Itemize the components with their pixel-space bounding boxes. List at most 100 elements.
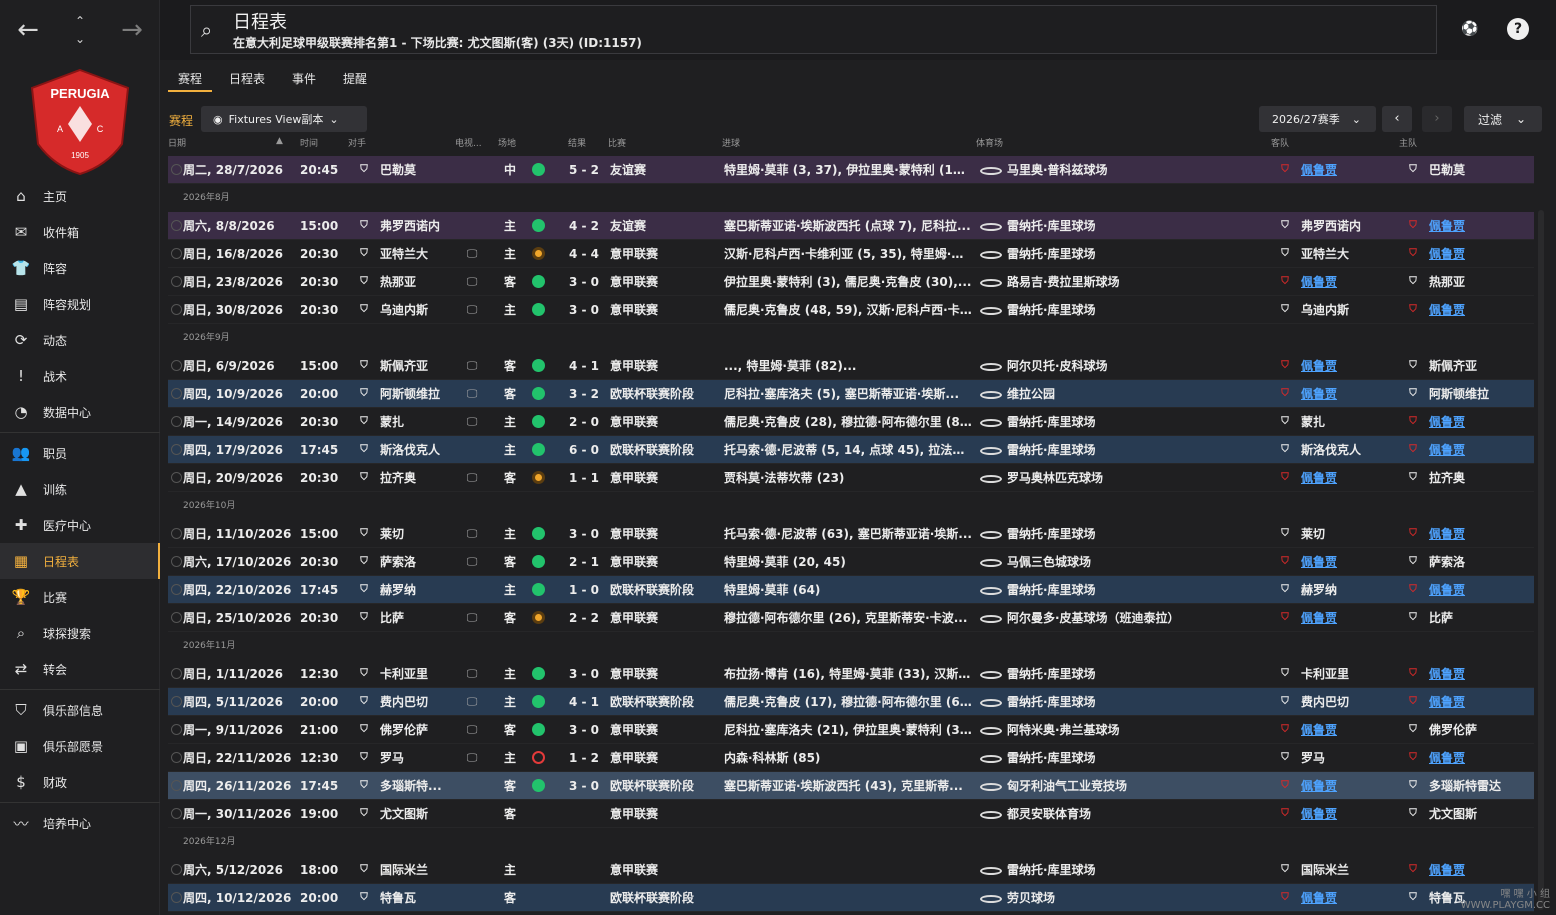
row-checkbox[interactable]: [171, 772, 182, 801]
tab-calendar[interactable]: 日程表: [219, 68, 275, 92]
fixture-result[interactable]: 1 - 2: [564, 744, 604, 772]
home-team[interactable]: 佩鲁贾: [1429, 436, 1529, 464]
row-checkbox[interactable]: [171, 548, 182, 577]
opponent-crest-icon[interactable]: ⛉: [356, 604, 372, 632]
fixture-competition[interactable]: 意甲联赛: [610, 240, 710, 268]
fixture-row[interactable]: 周四, 10/12/2026 20:00 ⛉ 特鲁瓦 客 欧联杯联赛阶段 劳贝球场 ⛉ 佩鲁贾 ⛉…: [168, 884, 1534, 912]
row-checkbox[interactable]: [171, 716, 182, 745]
col-goals[interactable]: 进球: [722, 136, 740, 149]
row-checkbox[interactable]: [171, 464, 182, 493]
sidebar-item-home[interactable]: ⌂ 主页: [0, 178, 160, 214]
filter-button[interactable]: 过滤 ⌄: [1464, 106, 1542, 132]
fixture-opponent[interactable]: 弗罗西诺内: [380, 212, 460, 240]
home-team[interactable]: 佩鲁贾: [1429, 408, 1529, 436]
fixture-opponent[interactable]: 罗马: [380, 744, 460, 772]
help-icon[interactable]: ?: [1507, 18, 1529, 40]
row-checkbox[interactable]: [171, 800, 182, 829]
fixture-competition[interactable]: 意甲联赛: [610, 408, 710, 436]
away-team[interactable]: 佩鲁贾: [1301, 352, 1401, 380]
row-checkbox[interactable]: [171, 436, 182, 465]
opponent-crest-icon[interactable]: ⛉: [356, 800, 372, 828]
chevron-down-icon[interactable]: ⌄: [75, 30, 85, 48]
fixture-competition[interactable]: 意甲联赛: [610, 604, 710, 632]
row-checkbox[interactable]: [171, 380, 182, 409]
row-checkbox[interactable]: [171, 660, 182, 689]
fixture-date[interactable]: 周日, 30/8/2026: [183, 296, 295, 324]
fixture-result[interactable]: 4 - 4: [564, 240, 604, 268]
fixture-competition[interactable]: 欧联杯联赛阶段: [610, 772, 710, 800]
opponent-crest-icon[interactable]: ⛉: [356, 408, 372, 436]
fixture-result[interactable]: 3 - 0: [564, 716, 604, 744]
fixture-opponent[interactable]: 特鲁瓦: [380, 884, 460, 912]
fixture-opponent[interactable]: 多瑙斯特...: [380, 772, 460, 800]
row-checkbox[interactable]: [171, 212, 182, 241]
sidebar-item-club-vision[interactable]: ▣ 俱乐部愿景: [0, 728, 160, 764]
previous-season-button[interactable]: ‹: [1382, 106, 1412, 132]
opponent-crest-icon[interactable]: ⛉: [356, 380, 372, 408]
home-team[interactable]: 佩鲁贾: [1429, 296, 1529, 324]
fixture-row[interactable]: 周日, 6/9/2026 15:00 ⛉ 斯佩齐亚 🖵 客 4 - 1 意甲联赛 ..., 特里…: [168, 352, 1534, 380]
home-team[interactable]: 拉齐奥: [1429, 464, 1529, 492]
fixture-result[interactable]: 2 - 2: [564, 604, 604, 632]
away-team[interactable]: 佩鲁贾: [1301, 800, 1401, 828]
fixture-opponent[interactable]: 亚特兰大: [380, 240, 460, 268]
sidebar-item-medical[interactable]: ✚ 医疗中心: [0, 507, 160, 543]
opponent-crest-icon[interactable]: ⛉: [356, 156, 372, 184]
opponent-crest-icon[interactable]: ⛉: [356, 268, 372, 296]
fixture-result[interactable]: 6 - 0: [564, 436, 604, 464]
fixture-date[interactable]: 周日, 1/11/2026: [183, 660, 295, 688]
fixture-competition[interactable]: 意甲联赛: [610, 520, 710, 548]
away-team[interactable]: 佩鲁贾: [1301, 548, 1401, 576]
fixture-competition[interactable]: 意甲联赛: [610, 296, 710, 324]
fixture-result[interactable]: 2 - 1: [564, 548, 604, 576]
fixture-result[interactable]: 1 - 0: [564, 576, 604, 604]
fixture-opponent[interactable]: 国际米兰: [380, 856, 460, 884]
fixture-competition[interactable]: 欧联杯联赛阶段: [610, 688, 710, 716]
opponent-crest-icon[interactable]: ⛉: [356, 772, 372, 800]
fixture-competition[interactable]: 意甲联赛: [610, 464, 710, 492]
search-icon[interactable]: ⌕: [201, 18, 212, 42]
opponent-crest-icon[interactable]: ⛉: [356, 660, 372, 688]
away-team[interactable]: 佩鲁贾: [1301, 464, 1401, 492]
fixture-row[interactable]: 周一, 30/11/2026 19:00 ⛉ 尤文图斯 客 意甲联赛 都灵安联体育场 ⛉ 佩鲁贾…: [168, 800, 1534, 828]
away-team[interactable]: 罗马: [1301, 744, 1401, 772]
fixture-date[interactable]: 周日, 20/9/2026: [183, 464, 295, 492]
chevron-up-icon[interactable]: ⌃: [75, 12, 85, 30]
fixture-result[interactable]: 5 - 2: [564, 156, 604, 184]
fixture-competition[interactable]: 意甲联赛: [610, 352, 710, 380]
opponent-crest-icon[interactable]: ⛉: [356, 436, 372, 464]
fixture-row[interactable]: 周日, 20/9/2026 20:30 ⛉ 拉齐奥 🖵 客 1 - 1 意甲联赛 贾科莫·法蒂坎…: [168, 464, 1534, 492]
col-home[interactable]: 主队: [1399, 136, 1417, 149]
fixture-result[interactable]: 3 - 0: [564, 296, 604, 324]
fixture-row[interactable]: 周日, 11/10/2026 15:00 ⛉ 莱切 🖵 主 3 - 0 意甲联赛 托马索·德·尼…: [168, 520, 1534, 548]
fixture-date[interactable]: 周四, 10/9/2026: [183, 380, 295, 408]
fixture-result[interactable]: 3 - 0: [564, 660, 604, 688]
home-team[interactable]: 佩鲁贾: [1429, 520, 1529, 548]
fixture-opponent[interactable]: 费内巴切: [380, 688, 460, 716]
fixture-competition[interactable]: 友谊赛: [610, 156, 710, 184]
fixture-opponent[interactable]: 尤文图斯: [380, 800, 460, 828]
sidebar-item-trophy[interactable]: 🏆 比赛: [0, 579, 160, 615]
row-checkbox[interactable]: [171, 156, 182, 185]
fixture-competition[interactable]: 意甲联赛: [610, 744, 710, 772]
opponent-crest-icon[interactable]: ⛉: [356, 716, 372, 744]
fixture-row[interactable]: 周四, 22/10/2026 17:45 ⛉ 赫罗纳 主 1 - 0 欧联杯联赛阶段 特里姆·…: [168, 576, 1534, 604]
col-competition[interactable]: 比赛: [608, 136, 626, 149]
row-checkbox[interactable]: [171, 520, 182, 549]
fixture-row[interactable]: 周四, 17/9/2026 17:45 ⛉ 斯洛伐克人 主 6 - 0 欧联杯联赛阶段 托马索…: [168, 436, 1534, 464]
sidebar-item-calendar[interactable]: ▦ 日程表: [0, 543, 160, 579]
row-checkbox[interactable]: [171, 688, 182, 717]
next-season-button[interactable]: ›: [1422, 106, 1452, 132]
fixture-date[interactable]: 周一, 14/9/2026: [183, 408, 295, 436]
fixture-opponent[interactable]: 蒙扎: [380, 408, 460, 436]
row-checkbox[interactable]: [171, 240, 182, 269]
forward-arrow-icon[interactable]: →: [114, 15, 150, 45]
away-team[interactable]: 莱切: [1301, 520, 1401, 548]
col-date[interactable]: 日期: [168, 136, 186, 149]
home-team[interactable]: 尤文图斯: [1429, 800, 1529, 828]
fixture-result[interactable]: 3 - 0: [564, 520, 604, 548]
row-checkbox[interactable]: [171, 604, 182, 633]
fixture-result[interactable]: 3 - 0: [564, 772, 604, 800]
fixture-date[interactable]: 周日, 22/11/2026: [183, 744, 295, 772]
row-checkbox[interactable]: [171, 296, 182, 325]
